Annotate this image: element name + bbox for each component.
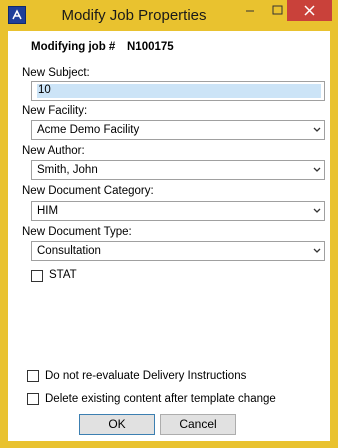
ok-button[interactable]: OK xyxy=(79,414,155,435)
stat-checkbox[interactable] xyxy=(31,270,43,282)
modifying-job-label: Modifying job # xyxy=(31,41,116,53)
chevron-down-icon xyxy=(313,248,321,253)
subject-input[interactable]: 10 xyxy=(31,81,325,101)
delete-content-checkbox[interactable] xyxy=(27,393,39,405)
chevron-down-icon xyxy=(313,127,321,132)
category-label: New Document Category: xyxy=(22,185,154,197)
chevron-down-icon xyxy=(313,167,321,172)
close-button[interactable] xyxy=(287,0,332,21)
cancel-button[interactable]: Cancel xyxy=(160,414,236,435)
facility-label: New Facility: xyxy=(22,105,88,117)
author-label: New Author: xyxy=(22,145,85,157)
type-value: Consultation xyxy=(37,245,101,257)
delete-content-label: Delete existing content after template c… xyxy=(45,393,276,405)
facility-select[interactable]: Acme Demo Facility xyxy=(31,120,325,140)
type-label: New Document Type: xyxy=(22,226,132,238)
text-selection: 10 xyxy=(37,84,321,98)
close-icon xyxy=(304,5,315,16)
title-bar[interactable]: Modify Job Properties xyxy=(0,0,338,32)
category-select[interactable]: HIM xyxy=(31,201,325,221)
author-select[interactable]: Smith, John xyxy=(31,160,325,180)
no-reevaluate-checkbox[interactable] xyxy=(27,370,39,382)
no-reevaluate-label: Do not re-evaluate Delivery Instructions xyxy=(45,370,247,382)
dialog-window: Modify Job Properties Modifying job # N1… xyxy=(0,0,338,448)
dialog-content: Modifying job # N100175 New Subject: 10 … xyxy=(8,31,330,441)
author-value: Smith, John xyxy=(37,164,98,176)
chevron-down-icon xyxy=(313,208,321,213)
minimize-button[interactable] xyxy=(236,0,264,21)
type-select[interactable]: Consultation xyxy=(31,241,325,261)
minimize-icon xyxy=(246,10,254,12)
job-number: N100175 xyxy=(127,41,174,53)
category-value: HIM xyxy=(37,205,59,217)
facility-value: Acme Demo Facility xyxy=(37,124,140,136)
window-title: Modify Job Properties xyxy=(61,7,207,24)
subject-label: New Subject: xyxy=(22,67,90,79)
stat-label: STAT xyxy=(49,269,77,281)
subject-value: 10 xyxy=(38,84,51,96)
